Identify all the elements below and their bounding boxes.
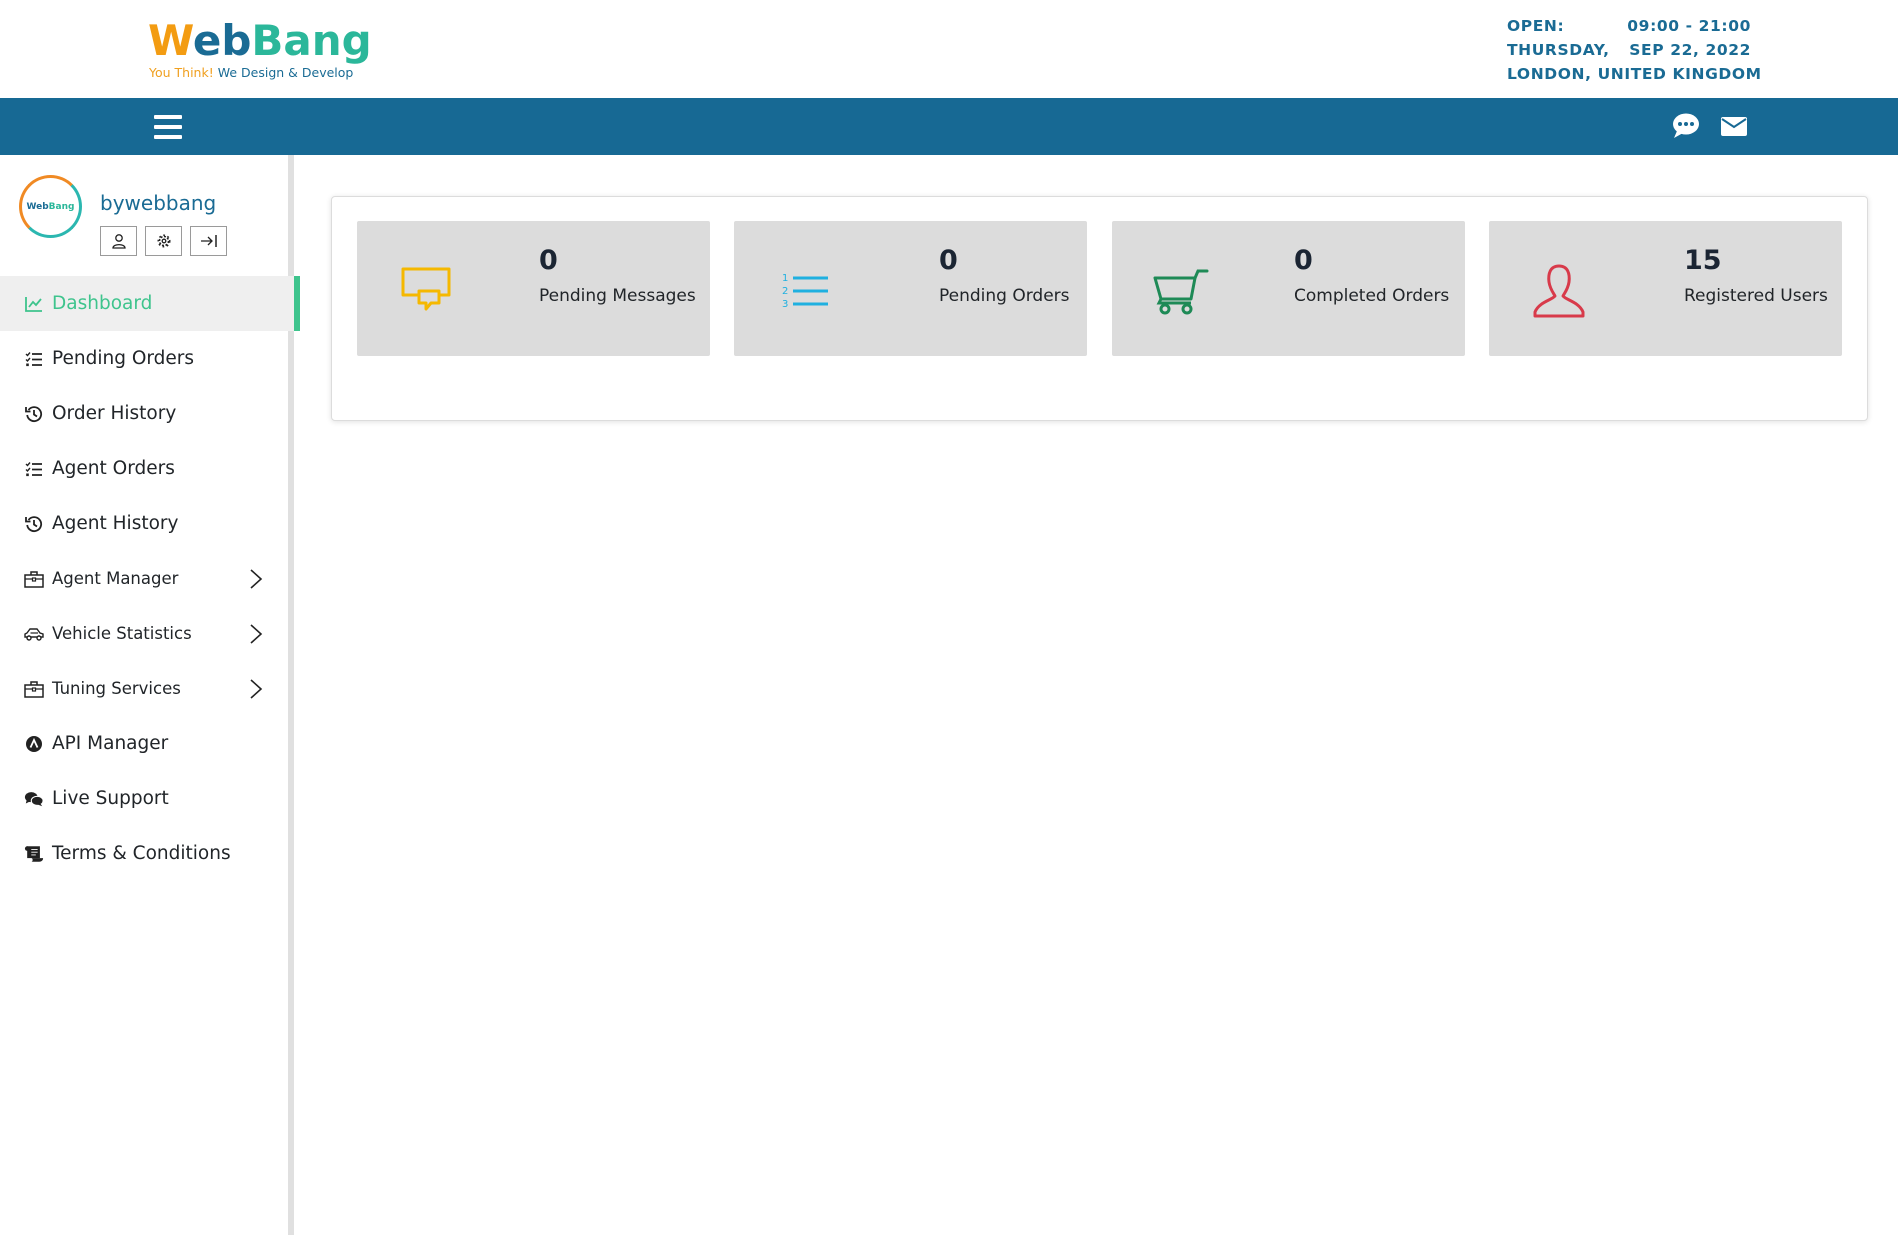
stat-value: 15 [1684,245,1722,276]
profile-button[interactable] [100,226,137,256]
logo-tagline: You Think! We Design & Develop [149,65,354,80]
svg-text:2: 2 [782,286,788,297]
sidebar-menu: Dashboard Pending Orders Order History A… [0,276,300,881]
gear-icon [156,234,171,248]
chat-icon[interactable] [1671,112,1701,140]
ordered-list-icon: 1 2 3 [774,261,834,321]
sidebar-item-dashboard[interactable]: Dashboard [0,276,300,331]
sidebar-item-label: Order History [52,403,177,424]
sidebar-item-vehicle-statistics[interactable]: Vehicle Statistics [0,606,300,661]
sidebar-item-label: Agent History [52,513,179,534]
user-icon [111,234,126,249]
briefcase-icon [24,569,44,589]
stat-value: 0 [539,245,558,276]
sidebar-item-label: Tuning Services [52,679,181,698]
open-value: 09:00 - 21:00 [1627,17,1751,35]
sidebar-item-label: Agent Orders [52,458,175,479]
scroll-icon [24,844,44,864]
stat-value: 0 [1294,245,1313,276]
avatar[interactable]: WebBang [19,175,82,238]
history-icon [24,404,44,424]
sidebar-item-live-support[interactable]: Live Support [0,771,300,826]
stat-label: Registered Users [1684,286,1828,306]
stat-card-completed-orders[interactable]: 0 Completed Orders [1112,221,1465,356]
sidebar-item-label: Agent Manager [52,569,179,588]
logout-button[interactable] [190,226,227,256]
logo[interactable]: WebBang You Think! We Design & Develop [148,16,372,84]
cart-icon [1152,261,1212,321]
settings-button[interactable] [145,226,182,256]
sidebar-item-agent-history[interactable]: Agent History [0,496,300,551]
logout-icon [200,235,217,247]
stats-panel: 0 Pending Messages 1 2 3 0 Pending Order… [331,196,1868,421]
list-check-icon [24,349,44,369]
logo-wordmark: WebBang [148,16,372,65]
sidebar-item-label: Pending Orders [52,348,195,369]
sidebar-item-label: Terms & Conditions [52,843,231,864]
sidebar: WebBang bywebbang Dashboard Pending Orde… [0,155,300,1235]
svg-text:3: 3 [782,299,788,310]
sidebar-item-order-history[interactable]: Order History [0,386,300,441]
stat-card-pending-messages[interactable]: 0 Pending Messages [357,221,710,356]
sidebar-item-label: API Manager [52,733,169,754]
comments-icon [24,789,44,809]
list-check-icon [24,459,44,479]
briefcase-icon [24,679,44,699]
open-label: OPEN: [1507,17,1565,35]
stat-label: Completed Orders [1294,286,1450,306]
date-value: SEP 22, 2022 [1629,41,1751,59]
stat-label: Pending Orders [939,286,1070,306]
navbar [0,98,1898,155]
sidebar-item-label: Live Support [52,788,169,809]
user-icon [1529,261,1589,321]
sidebar-item-tuning-services[interactable]: Tuning Services [0,661,300,716]
day-label: THURSDAY, [1507,41,1610,59]
stat-card-pending-orders[interactable]: 1 2 3 0 Pending Orders [734,221,1087,356]
envelope-icon[interactable] [1720,112,1750,140]
sidebar-item-api-manager[interactable]: API Manager [0,716,300,771]
sidebar-item-agent-orders[interactable]: Agent Orders [0,441,300,496]
user-actions [100,226,227,256]
stat-value: 0 [939,245,958,276]
svg-text:1: 1 [782,273,788,284]
api-icon [24,734,44,754]
sidebar-item-label: Dashboard [52,293,153,314]
messages-icon [397,261,457,321]
avatar-logo: WebBang [26,201,75,212]
car-icon [24,624,44,644]
menu-icon[interactable] [154,115,182,139]
chevron-right-icon[interactable] [248,623,264,645]
chevron-right-icon[interactable] [248,678,264,700]
location-label: LONDON, UNITED KINGDOM [1507,65,1762,83]
stat-label: Pending Messages [539,286,696,306]
history-icon [24,514,44,534]
chart-line-icon [24,294,44,314]
sidebar-item-pending-orders[interactable]: Pending Orders [0,331,300,386]
sidebar-item-label: Vehicle Statistics [52,624,192,643]
username[interactable]: bywebbang [100,191,216,215]
opening-hours: OPEN: 09:00 - 21:00 THURSDAY, SEP 22, 2022… [1507,14,1761,86]
stat-card-registered-users[interactable]: 15 Registered Users [1489,221,1842,356]
top-header: WebBang You Think! We Design & Develop OP… [0,0,1898,98]
sidebar-item-terms[interactable]: Terms & Conditions [0,826,300,881]
chevron-right-icon[interactable] [248,568,264,590]
sidebar-item-agent-manager[interactable]: Agent Manager [0,551,300,606]
